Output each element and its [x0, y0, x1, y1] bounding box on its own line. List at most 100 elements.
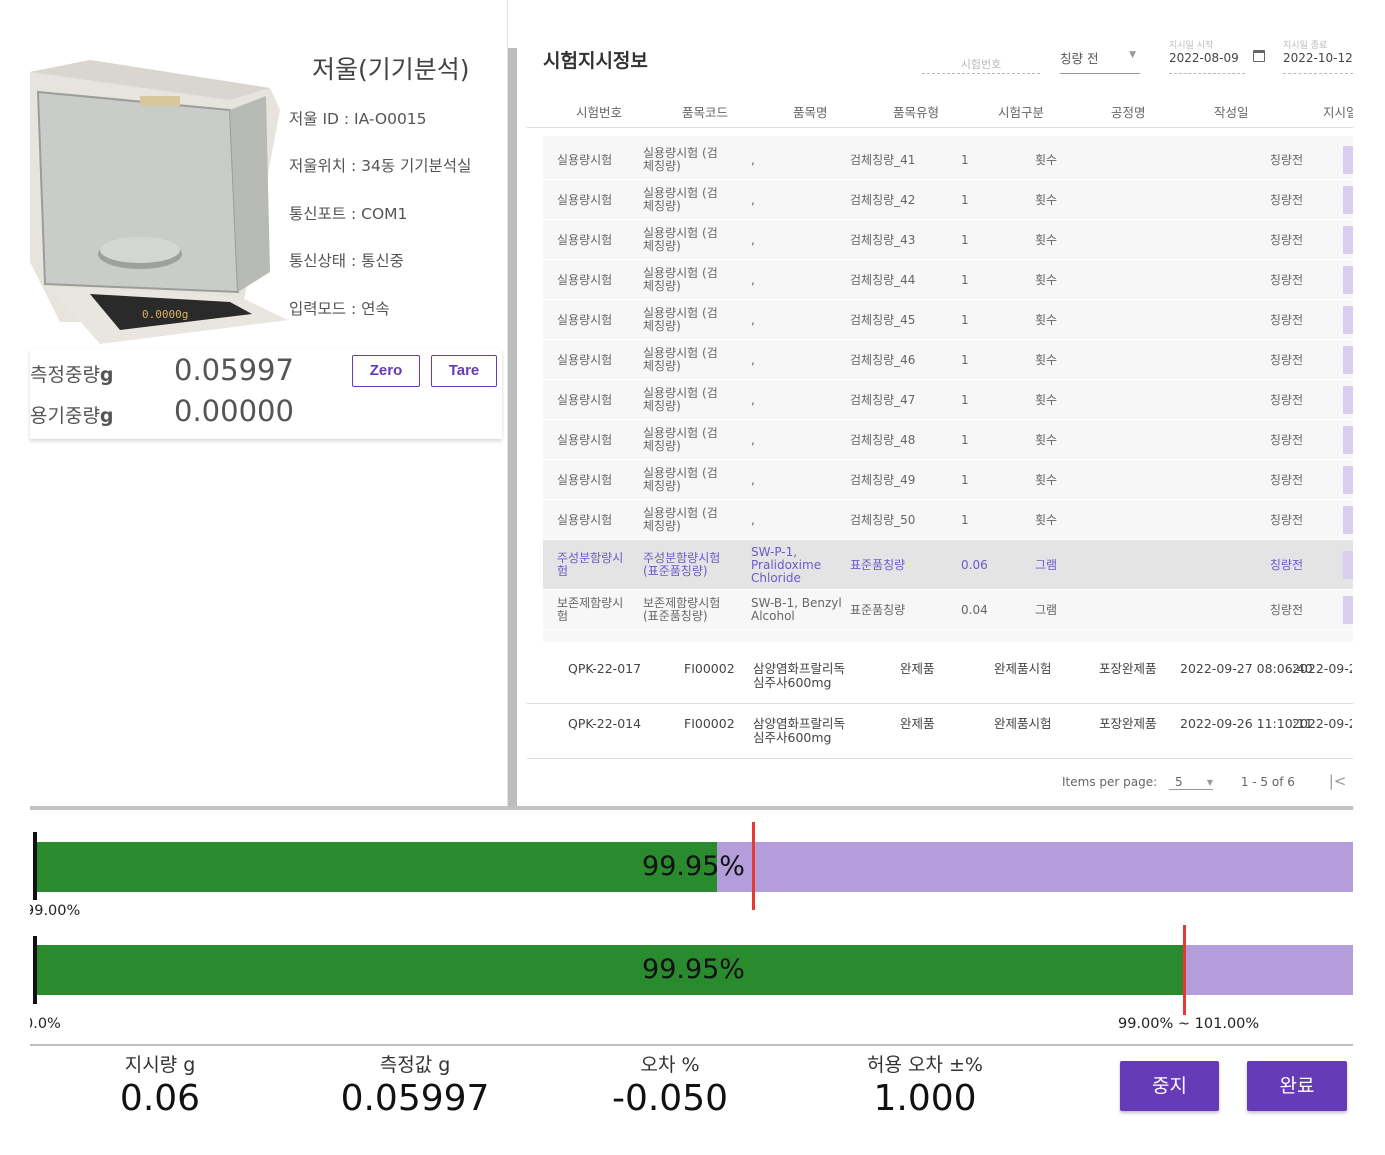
order-row[interactable]: QPK-22-017 FI00002 삼양염화프랄리독 심주사600mg 완제품 완제품… [527, 650, 1353, 704]
balance-panel: 0.0000g 저울(기기분석) 저울 ID : IA-O0015 저울위치 :… [30, 0, 508, 808]
weighing-item-row[interactable]: 실용량시험 실용량시험 (검 체칭량), 검체칭량_44 1 횟수 칭량전 [543, 260, 1353, 300]
cell-status: 칭량전 [1269, 153, 1303, 167]
order-row[interactable]: QPK-22-014 FI00002 삼양염화프랄리독 심주사600mg 완제품 완제품… [527, 705, 1353, 759]
cell-test: 실용량시험 [557, 273, 613, 287]
cell-status: 칭량전 [1269, 513, 1303, 527]
cell-name: 삼양염화프랄리독 심주사600mg [753, 661, 846, 690]
pane-divider [508, 48, 517, 810]
cell-ordered: 2022-09-27 0 [1292, 662, 1352, 676]
select-item-button[interactable] [1343, 386, 1353, 414]
select-item-button[interactable] [1343, 426, 1353, 454]
select-item-button[interactable] [1343, 506, 1353, 534]
select-item-button[interactable] [1343, 551, 1353, 579]
cell-qty: 1 [961, 433, 969, 447]
start-date-field[interactable]: 지시일 시작 2022-08-09 [1169, 38, 1245, 74]
col-header-item-name[interactable]: 품목명 [793, 102, 828, 121]
tare-button[interactable]: Tare [431, 355, 497, 387]
order-number-filter[interactable]: 시험번호 [922, 50, 1040, 74]
cell-qty: 1 [961, 193, 969, 207]
measured-value-label: 측정값 g [379, 1054, 451, 1076]
cell-unit: 횟수 [1035, 433, 1058, 447]
weighing-item-row[interactable]: 실용량시험 실용량시험 (검 체칭량), 검체칭량_43 1 횟수 칭량전 [543, 220, 1353, 260]
cell-test: 실용량시험 [557, 393, 613, 407]
zero-marker [33, 936, 37, 1004]
weighing-item-row[interactable]: 주성분함량시 험 주성분함량시험 (표준품칭량) SW-P-1, Pralidoxi… [543, 540, 1353, 590]
col-header-test-no[interactable]: 시험번호 [576, 102, 622, 121]
weighing-item-row[interactable]: 실용량시험 실용량시험 (검 체칭량), 검체칭량_47 1 횟수 칭량전 [543, 380, 1353, 420]
cell-name: , [751, 313, 755, 327]
total-progress-bar: 99.95% [34, 945, 1353, 995]
cell-status: 칭량전 [1269, 473, 1303, 487]
cell-detail: 실용량시험 (검 체칭량) [643, 346, 718, 373]
col-header-item-type[interactable]: 품목유형 [893, 102, 939, 121]
select-item-button[interactable] [1343, 466, 1353, 494]
cell-test: 실용량시험 [557, 233, 613, 247]
end-date-field[interactable]: 지시일 종료 2022-10-12 [1283, 38, 1353, 74]
weighing-item-row[interactable]: 실용량시험 실용량시험 (검 체칭량), 검체칭량_41 1 횟수 칭량전 [543, 140, 1353, 180]
items-per-page-select[interactable]: 5 ▼ [1168, 775, 1213, 790]
weighing-item-row[interactable]: 실용량시험 실용량시험 (검 체칭량), 검체칭량_42 1 횟수 칭량전 [543, 180, 1353, 220]
measured-weight-label: 측정중량g [30, 364, 114, 386]
select-item-button[interactable] [1343, 346, 1353, 374]
comm-status: 통신상태 : 통신중 [289, 252, 404, 270]
weighing-item-row[interactable]: 실용량시험 실용량시험 (검 체칭량), 검체칭량_50 1 횟수 칭량전 [543, 500, 1353, 540]
cell-test: 주성분함량시 험 [557, 551, 624, 578]
cell-detail: 실용량시험 (검 체칭량) [643, 506, 718, 533]
cell-qty: 1 [961, 273, 969, 287]
first-page-icon[interactable]: |< [1329, 772, 1347, 790]
weighing-item-row[interactable]: 실용량시험 실용량시험 (검 체칭량), 검체칭량_46 1 횟수 칭량전 [543, 340, 1353, 380]
col-header-created[interactable]: 작성일 [1214, 102, 1249, 121]
cell-sample: 검체칭량_45 [850, 313, 916, 327]
cell-unit: 횟수 [1035, 273, 1058, 287]
cell-qty: 1 [961, 353, 969, 367]
weighing-item-row[interactable]: 실용량시험 실용량시험 (검 체칭량), 검체칭량_45 1 횟수 칭량전 [543, 300, 1353, 340]
stop-button[interactable]: 중지 [1120, 1061, 1219, 1111]
select-item-button[interactable] [1343, 266, 1353, 294]
status-filter[interactable]: 칭량 전 ▼ [1060, 48, 1140, 74]
select-item-button[interactable] [1343, 226, 1353, 254]
cell-test: 실용량시험 [557, 353, 613, 367]
weighing-item-row[interactable]: 실용량시험 실용량시험 (검 체칭량), 검체칭량_49 1 횟수 칭량전 [543, 460, 1353, 500]
tolerance-value: 1.000 [873, 1078, 977, 1119]
cell-unit: 횟수 [1035, 233, 1058, 247]
cell-unit: 횟수 [1035, 353, 1058, 367]
cell-ordered: 2022-09-26 1 [1292, 717, 1352, 731]
comm-port: 통신포트 : COM1 [289, 205, 408, 223]
cell-process: 포장완제품 [1099, 716, 1157, 731]
cell-qty: 1 [961, 393, 969, 407]
cell-qty: 1 [961, 473, 969, 487]
cell-status: 칭량전 [1269, 433, 1303, 447]
col-header-process[interactable]: 공정명 [1111, 102, 1146, 121]
zero-button[interactable]: Zero [352, 355, 420, 387]
cell-name: SW-B-1, Benzyl Alcohol [751, 596, 842, 623]
cell-test: 보존제함량시 험 [557, 596, 624, 623]
complete-button[interactable]: 완료 [1247, 1061, 1347, 1111]
select-item-button[interactable] [1343, 186, 1353, 214]
col-header-test-kind[interactable]: 시험구분 [998, 102, 1044, 121]
cell-code: FI00002 [684, 661, 735, 676]
cell-name: , [751, 193, 755, 207]
tolerance-range-label: 99.00% ~ 101.00% [1118, 1016, 1260, 1032]
col-header-item-code[interactable]: 품목코드 [682, 102, 728, 121]
calendar-icon[interactable] [1253, 50, 1265, 62]
select-item-button[interactable] [1343, 596, 1353, 624]
items-per-page-label: Items per page: [1062, 775, 1158, 789]
cell-detail: 실용량시험 (검 체칭량) [643, 226, 718, 253]
cell-no: QPK-22-014 [568, 716, 642, 731]
cell-detail: 실용량시험 (검 체칭량) [643, 386, 718, 413]
page-range: 1 - 5 of 6 [1240, 775, 1295, 789]
cell-qty: 0.06 [961, 558, 988, 572]
col-header-ordered[interactable]: 지시일 [1323, 102, 1353, 121]
cell-sample: 검체칭량_48 [850, 433, 916, 447]
cell-detail: 실용량시험 (검 체칭량) [643, 306, 718, 333]
balance-location: 저울위치 : 34동 기기분석실 [289, 157, 472, 175]
cell-sample: 검체칭량_49 [850, 473, 916, 487]
weighing-item-row[interactable]: 실용량시험 실용량시험 (검 체칭량), 검체칭량_48 1 횟수 칭량전 [543, 420, 1353, 460]
cell-sample: 검체칭량_42 [850, 193, 916, 207]
select-item-button[interactable] [1343, 146, 1353, 174]
select-item-button[interactable] [1343, 306, 1353, 334]
weighing-item-row[interactable]: 보존제함량시 험 보존제함량시험 (표준품칭량) SW-B-1, Benzyl Al… [543, 590, 1353, 630]
cell-detail: 실용량시험 (검 체칭량) [643, 426, 718, 453]
bar1-left-label: 99.00% [30, 903, 81, 919]
target-weight-value: 0.06 [119, 1078, 201, 1119]
